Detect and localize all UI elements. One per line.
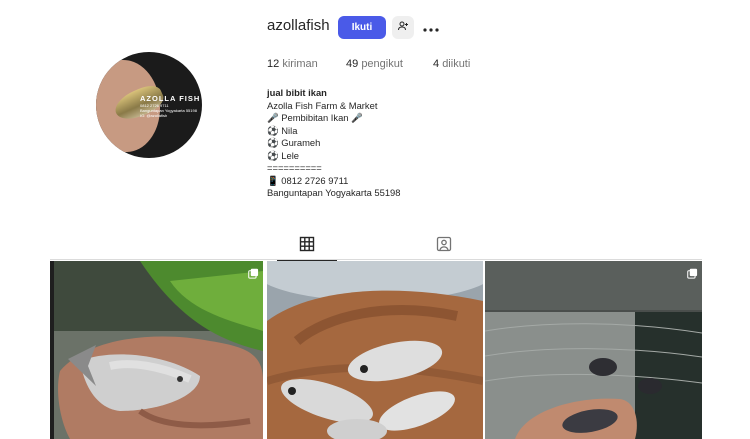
post-tile[interactable] (267, 261, 483, 439)
post-image (267, 261, 483, 439)
more-options-icon (423, 19, 439, 37)
followers-count-label: pengikut (361, 58, 403, 70)
profile-username: azollafish (267, 17, 330, 34)
avatar-brand-line: IG: @azollafish (140, 113, 168, 118)
profile-avatar[interactable]: AZOLLA FISH 0812 2726 9711 Banguntapan Y… (96, 52, 202, 158)
follow-button[interactable]: Ikuti (338, 16, 386, 39)
bio-line: ⚽ Lele (267, 149, 300, 161)
following-count[interactable]: 4 diikuti (433, 58, 470, 70)
avatar-brand: AZOLLA FISH 0812 2726 9711 Banguntapan Y… (140, 94, 202, 118)
profile-bio: jual bibit ikan Azolla Fish Farm & Marke… (267, 87, 400, 200)
bio-line: ⚽ Nila (267, 124, 298, 136)
carousel-icon (248, 266, 259, 284)
bio-line: Azolla Fish Farm & Market (267, 99, 378, 111)
followers-count[interactable]: 49 pengikut (346, 58, 403, 70)
tab-tagged[interactable] (414, 233, 474, 261)
avatar-brand-title: AZOLLA FISH (140, 94, 201, 103)
tab-posts[interactable] (277, 233, 337, 261)
following-count-value: 4 (433, 58, 440, 70)
carousel-icon (687, 266, 698, 284)
bio-line: 🎤 Pembibitan Ikan 🎤 (267, 112, 363, 123)
bio-line: 📱 0812 2726 9711 (267, 174, 349, 186)
posts-count-label: kiriman (282, 58, 318, 70)
suggest-accounts-button[interactable] (392, 16, 414, 39)
bio-line: ========== (267, 162, 322, 173)
tabs-divider (50, 259, 702, 260)
post-image (485, 261, 702, 439)
posts-count-value: 12 (267, 58, 280, 70)
grid-icon (299, 236, 315, 257)
following-count-label: diikuti (442, 58, 471, 70)
bio-line: ⚽ Gurameh (267, 137, 321, 148)
person-plus-icon (397, 20, 409, 35)
tagged-icon (436, 236, 452, 257)
post-image (50, 261, 263, 439)
bio-line: Banguntapan Yogyakarta 55198 (267, 187, 401, 198)
post-tile[interactable] (485, 261, 702, 439)
followers-count-value: 49 (346, 58, 359, 70)
post-tile[interactable] (50, 261, 263, 439)
posts-count: 12 kiriman (267, 58, 318, 70)
bio-name: jual bibit ikan (267, 87, 327, 98)
more-options-button[interactable] (420, 16, 442, 39)
